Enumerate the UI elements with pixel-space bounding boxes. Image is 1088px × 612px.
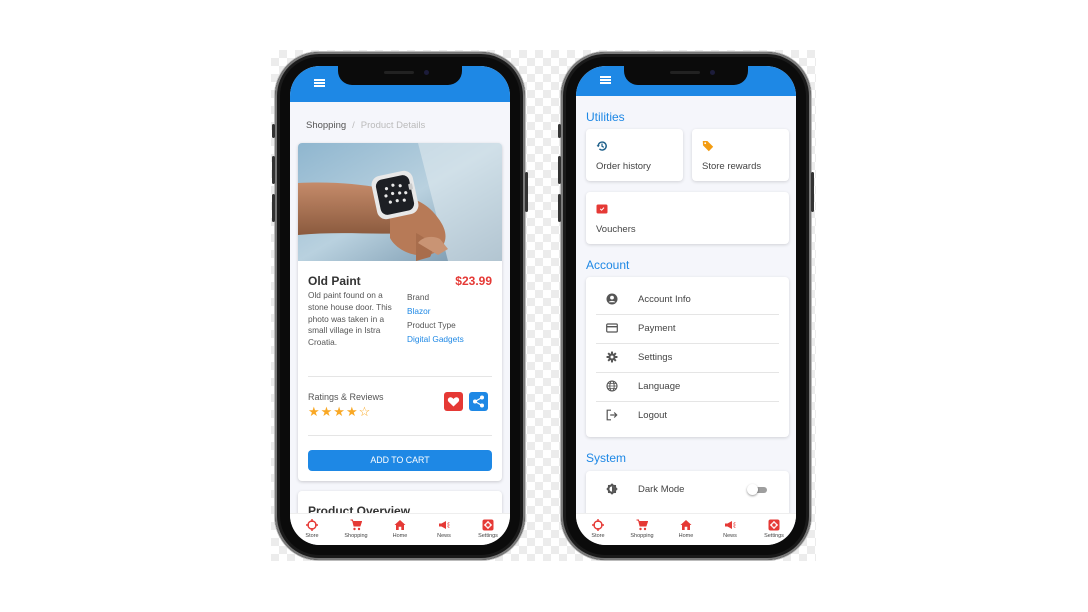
ratings-reviews-label: Ratings & Reviews: [308, 392, 384, 402]
nav-settings-label: Settings: [478, 533, 498, 539]
dark-mode-item: Dark Mode: [596, 475, 779, 504]
breadcrumb-separator: /: [352, 120, 355, 131]
breadcrumb-current: Product Details: [360, 120, 426, 131]
target-icon: [306, 519, 318, 531]
system-heading: System: [586, 451, 627, 465]
home-icon: [394, 520, 406, 530]
settings-content[interactable]: Utilities Order history Store rewards Vo…: [576, 96, 796, 513]
hamburger-menu-icon[interactable]: [600, 76, 611, 84]
phone-notch: [338, 66, 462, 85]
account-circle-icon: [606, 293, 618, 305]
system-card: Dark Mode: [586, 471, 789, 513]
brand-link[interactable]: Blazor: [407, 306, 431, 316]
nav-home-label: Home: [392, 533, 408, 539]
phone-frame-settings: Utilities Order history Store rewards Vo…: [558, 52, 814, 560]
nav-home[interactable]: Home: [380, 519, 420, 539]
nav-store[interactable]: Store: [578, 519, 618, 539]
cart-icon: [350, 519, 362, 531]
settings-app-icon: [768, 519, 780, 531]
product-description: Old paint found on a stone house door. T…: [308, 290, 392, 348]
voucher-icon: [596, 204, 608, 214]
nav-shopping-label: Shopping: [344, 533, 368, 539]
nav-news-label: News: [723, 533, 737, 539]
dark-mode-label: Dark Mode: [638, 484, 685, 495]
nav-home-label: Home: [678, 533, 694, 539]
settings-item[interactable]: Settings: [596, 343, 779, 373]
share-button[interactable]: [469, 392, 488, 411]
nav-news-label: News: [437, 533, 451, 539]
product-content[interactable]: Shopping / Product Details Old Paint $23…: [290, 102, 510, 513]
settings-label: Settings: [638, 352, 673, 363]
gear-icon: [606, 351, 618, 363]
product-type-link[interactable]: Digital Gadgets: [407, 334, 464, 344]
share-icon: [473, 395, 484, 408]
account-info-item[interactable]: Account Info: [596, 285, 779, 315]
utilities-heading: Utilities: [586, 110, 625, 124]
settings-screen: Utilities Order history Store rewards Vo…: [576, 66, 796, 545]
hamburger-menu-icon[interactable]: [314, 79, 325, 87]
payment-item[interactable]: Payment: [596, 314, 779, 344]
nav-news[interactable]: News: [710, 519, 750, 539]
globe-icon: [606, 380, 618, 392]
account-card: Account Info Payment Settings Language L…: [586, 277, 789, 437]
logout-icon: [606, 409, 618, 421]
phone-notch: [624, 66, 748, 85]
nav-shopping-label: Shopping: [630, 533, 654, 539]
bottom-navigation: Store Shopping Home News Settings: [576, 513, 796, 545]
nav-home[interactable]: Home: [666, 519, 706, 539]
breadcrumb-shopping[interactable]: Shopping: [306, 120, 346, 131]
account-info-label: Account Info: [638, 294, 691, 305]
logout-item[interactable]: Logout: [596, 401, 779, 430]
vouchers-label: Vouchers: [596, 224, 636, 235]
product-overview-card: Product Overview: [298, 491, 502, 513]
nav-news[interactable]: News: [424, 519, 464, 539]
product-price: $23.99: [455, 274, 492, 288]
payment-label: Payment: [638, 323, 676, 334]
nav-settings[interactable]: Settings: [754, 519, 794, 539]
settings-app-icon: [482, 519, 494, 531]
history-icon: [596, 141, 607, 151]
brand-label: Brand: [407, 292, 430, 302]
divider: [308, 376, 492, 377]
store-rewards-label: Store rewards: [702, 161, 762, 172]
product-overview-title: Product Overview: [308, 504, 411, 513]
vouchers-tile[interactable]: Vouchers: [586, 192, 789, 244]
breadcrumb: Shopping / Product Details: [306, 120, 425, 131]
add-to-cart-button[interactable]: ADD TO CART: [308, 450, 492, 471]
nav-store-label: Store: [591, 533, 605, 539]
nav-settings[interactable]: Settings: [468, 519, 508, 539]
product-image: [298, 143, 502, 261]
account-heading: Account: [586, 258, 630, 272]
tag-icon: [702, 141, 714, 152]
product-details-screen: Shopping / Product Details Old Paint $23…: [290, 66, 510, 545]
order-history-tile[interactable]: Order history: [586, 129, 683, 181]
home-icon: [680, 520, 692, 530]
nav-settings-label: Settings: [764, 533, 784, 539]
store-rewards-tile[interactable]: Store rewards: [692, 129, 789, 181]
language-label: Language: [638, 381, 681, 392]
logout-label: Logout: [638, 410, 668, 421]
heart-icon: [447, 397, 460, 407]
order-history-label: Order history: [596, 161, 651, 172]
target-icon: [592, 519, 604, 531]
favorite-button[interactable]: [444, 392, 463, 411]
cart-icon: [636, 519, 648, 531]
bottom-navigation: Store Shopping Home News Settings: [290, 513, 510, 545]
dark-mode-toggle[interactable]: [747, 484, 767, 495]
nav-store-label: Store: [305, 533, 319, 539]
divider: [308, 435, 492, 436]
brightness-icon: [606, 483, 618, 495]
product-name: Old Paint: [308, 274, 361, 288]
megaphone-icon: [439, 521, 450, 529]
rating-stars: ★★★★☆: [308, 404, 372, 419]
nav-shopping[interactable]: Shopping: [622, 519, 662, 539]
phone-frame-product: Shopping / Product Details Old Paint $23…: [272, 52, 528, 560]
language-item[interactable]: Language: [596, 372, 779, 402]
megaphone-icon: [725, 521, 736, 529]
nav-store[interactable]: Store: [292, 519, 332, 539]
product-type-label: Product Type: [407, 320, 456, 330]
product-card: Old Paint $23.99 Old paint found on a st…: [298, 143, 502, 481]
credit-card-icon: [606, 323, 618, 333]
nav-shopping[interactable]: Shopping: [336, 519, 376, 539]
